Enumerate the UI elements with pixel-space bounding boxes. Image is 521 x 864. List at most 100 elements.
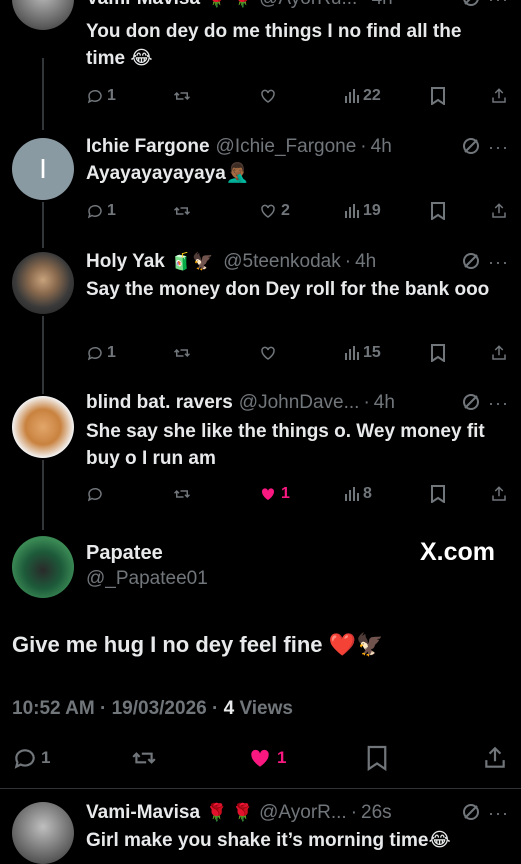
main-bookmark-button[interactable] xyxy=(366,745,388,771)
author-handle[interactable]: @AyorR... xyxy=(259,802,347,824)
retweet-icon xyxy=(173,91,191,101)
share-icon xyxy=(492,345,506,360)
reply-count: 1 xyxy=(107,87,116,104)
bookmark-icon xyxy=(431,485,445,503)
like-button[interactable]: 1 xyxy=(258,482,290,506)
action-bar: 1 2 19 xyxy=(86,199,507,223)
avatar[interactable] xyxy=(12,0,74,30)
bookmark-button[interactable] xyxy=(430,84,446,108)
views-button[interactable]: 8 xyxy=(344,482,372,506)
main-author-name[interactable]: Papatee xyxy=(86,542,163,565)
views-button[interactable]: 15 xyxy=(344,341,381,365)
author-name[interactable]: Vami-Mavisa xyxy=(86,802,200,824)
like-button[interactable] xyxy=(258,84,281,108)
main-like-button[interactable]: 1 xyxy=(246,746,286,770)
retweet-icon xyxy=(173,348,191,358)
main-share-button[interactable] xyxy=(482,746,508,770)
author-name[interactable]: blind bat. ravers xyxy=(86,392,233,414)
heart-icon xyxy=(261,346,275,360)
like-button[interactable] xyxy=(258,341,281,365)
author-name[interactable]: Ichie Fargone xyxy=(86,136,210,158)
more-options-icon[interactable]: ··· xyxy=(488,138,509,156)
share-button[interactable] xyxy=(490,199,508,223)
avatar[interactable] xyxy=(12,252,74,314)
avatar[interactable] xyxy=(12,396,74,458)
views-button[interactable]: 19 xyxy=(344,199,381,223)
reply-icon xyxy=(14,749,35,769)
retweet-button[interactable] xyxy=(172,84,192,108)
view-count: 15 xyxy=(363,344,381,361)
views-icon xyxy=(345,346,359,360)
avatar[interactable]: I xyxy=(12,138,74,200)
like-count: 1 xyxy=(277,748,287,767)
separator-dot: · xyxy=(100,698,112,719)
author-handle[interactable]: @Ichie_Fargone xyxy=(216,136,357,158)
avatar[interactable] xyxy=(12,802,74,864)
main-tweet-text: Give me hug I no dey feel fine ❤️🦅 xyxy=(12,632,384,657)
author-handle[interactable]: @AyorRu... xyxy=(259,0,357,10)
reply-button[interactable]: 1 xyxy=(86,84,116,108)
share-icon xyxy=(485,746,505,768)
x-watermark: X.com xyxy=(419,538,495,566)
main-reply-button[interactable]: 1 xyxy=(12,746,50,770)
views-icon xyxy=(345,487,359,501)
timestamp[interactable]: 26s xyxy=(361,802,392,824)
reply-button[interactable] xyxy=(86,482,107,506)
like-button[interactable]: 2 xyxy=(258,199,290,223)
retweet-icon xyxy=(173,489,191,499)
main-author-handle[interactable]: @_Papatee01 xyxy=(86,568,208,590)
grok-icon[interactable] xyxy=(461,136,481,156)
reply-icon xyxy=(87,487,102,502)
timestamp[interactable]: 4h xyxy=(372,0,393,10)
heart-filled-icon xyxy=(251,749,269,767)
share-button[interactable] xyxy=(490,84,508,108)
thread-line xyxy=(42,58,44,130)
retweet-button[interactable] xyxy=(172,199,192,223)
timestamp[interactable]: 4h xyxy=(355,251,376,273)
more-options-icon[interactable]: ··· xyxy=(488,0,509,8)
grok-icon[interactable] xyxy=(461,251,481,271)
retweet-button[interactable] xyxy=(172,482,192,506)
heart-filled-icon xyxy=(261,488,275,500)
grok-icon[interactable] xyxy=(461,802,481,822)
share-button[interactable] xyxy=(490,341,508,365)
more-options-icon[interactable]: ··· xyxy=(488,804,509,822)
bookmark-button[interactable] xyxy=(430,341,446,365)
reply-button[interactable]: 1 xyxy=(86,341,116,365)
author-handle[interactable]: @JohnDave... xyxy=(239,392,360,414)
retweet-icon xyxy=(173,206,191,216)
main-tweet-meta: 10:52 AM · 19/03/2026 · 4 Views xyxy=(12,698,293,720)
retweet-button[interactable] xyxy=(172,341,192,365)
main-retweet-button[interactable] xyxy=(130,746,158,770)
name-emoji: 🧃🦅 xyxy=(170,252,214,271)
view-count: 19 xyxy=(363,202,381,219)
more-options-icon[interactable]: ··· xyxy=(488,394,509,412)
like-count: 2 xyxy=(281,202,290,219)
name-emoji: 🌹 🌹 xyxy=(206,0,253,9)
tweet-text: She say she like the things o. Wey money… xyxy=(86,421,485,469)
timestamp[interactable]: 4h xyxy=(374,392,395,414)
bookmark-button[interactable] xyxy=(430,482,446,506)
grok-icon[interactable] xyxy=(461,392,481,412)
reply-button[interactable]: 1 xyxy=(86,199,116,223)
reply-icon xyxy=(87,89,102,104)
share-icon xyxy=(492,203,506,218)
author-handle[interactable]: @5teenkodak xyxy=(223,251,341,273)
post-date[interactable]: 19/03/2026 xyxy=(112,698,207,719)
separator-dot: · xyxy=(361,0,367,10)
views-button[interactable]: 22 xyxy=(344,84,381,108)
more-options-icon[interactable]: ··· xyxy=(488,253,509,271)
author-name[interactable]: Vami-Mavisa xyxy=(86,0,200,10)
timestamp[interactable]: 4h xyxy=(371,136,392,158)
separator-dot: · xyxy=(360,136,367,157)
views-icon xyxy=(345,204,359,218)
reply-icon xyxy=(87,204,102,219)
reply-icon xyxy=(87,346,102,361)
reply-count: 1 xyxy=(41,748,51,767)
bookmark-button[interactable] xyxy=(430,199,446,223)
grok-icon[interactable] xyxy=(461,0,481,8)
post-time[interactable]: 10:52 AM xyxy=(12,698,95,719)
share-button[interactable] xyxy=(490,482,508,506)
author-name[interactable]: Holy Yak xyxy=(86,251,165,273)
main-avatar[interactable] xyxy=(12,536,74,598)
